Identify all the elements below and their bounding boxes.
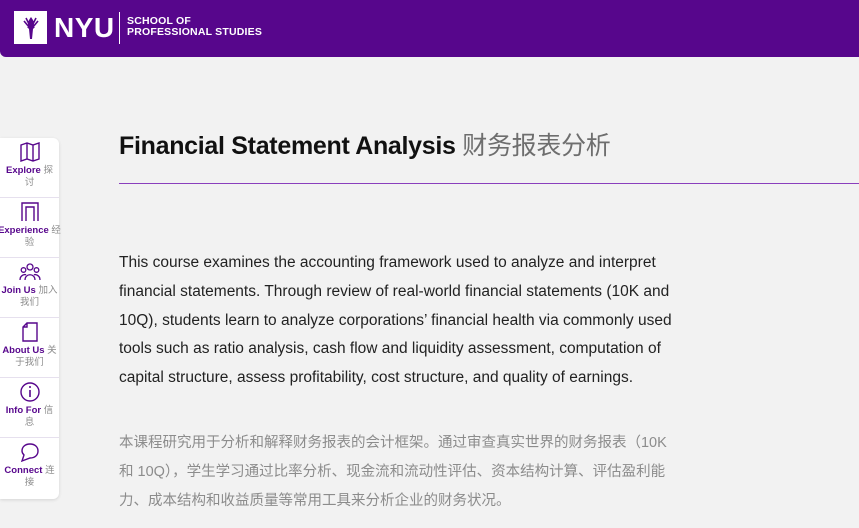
info-icon	[19, 382, 40, 402]
sidebar-label-en: Experience	[0, 225, 49, 236]
map-icon	[19, 142, 40, 162]
sidebar-label-zh-2: 接	[24, 477, 35, 488]
document-icon	[21, 322, 38, 342]
sidebar-label-zh-2: 讨	[24, 177, 35, 188]
school-name[interactable]: SCHOOL OF PROFESSIONAL STUDIES	[127, 16, 262, 38]
sidebar-label-zh-2: 于我们	[15, 357, 44, 368]
torch-icon	[22, 16, 39, 39]
sidebar-item-info-for[interactable]: Info For 信 息	[0, 378, 59, 438]
school-line-2: PROFESSIONAL STUDIES	[127, 26, 263, 38]
chat-icon	[20, 443, 39, 463]
sidebar-item-about-us[interactable]: About Us 关 于我们	[0, 318, 59, 378]
sidebar-item-explore[interactable]: Explore 探 讨	[0, 138, 59, 198]
page-title-en: Financial Statement Analysis	[119, 132, 456, 160]
sidebar-item-join-us[interactable]: Join Us 加入 我们	[0, 258, 59, 318]
sidebar-label-en: Join Us	[1, 285, 36, 296]
sidebar-label-zh: 加入	[38, 285, 58, 296]
page-title: Financial Statement Analysis 财务报表分析	[119, 126, 611, 162]
sidebar-item-connect[interactable]: Connect 连 接	[0, 438, 59, 498]
site-header: NYU SCHOOL OF PROFESSIONAL STUDIES	[0, 0, 859, 57]
sidebar-label-zh: 连	[45, 465, 55, 476]
title-divider	[119, 183, 859, 184]
sidebar-label-zh: 经	[51, 225, 61, 236]
logo-divider	[119, 12, 120, 44]
sidebar-nav: Explore 探 讨 Experience 经 验 Join Us 加入 我们…	[0, 138, 61, 499]
sidebar-label-zh-2: 息	[24, 417, 35, 428]
sidebar-label-en: Explore	[5, 165, 41, 176]
course-description-zh: 本课程研究用于分析和解释财务报表的会计框架。通过审查真实世界的财务报表（10K …	[119, 435, 667, 509]
sidebar-label-en: Info For	[5, 405, 42, 416]
page-title-zh: 财务报表分析	[462, 132, 611, 160]
sidebar-label-en: Connect	[4, 465, 43, 476]
nyu-torch-logo[interactable]	[14, 11, 47, 44]
people-icon	[18, 263, 41, 281]
course-description-en: This course examines the accounting fram…	[119, 254, 672, 387]
arch-icon	[20, 202, 39, 221]
sidebar-label-zh-2: 我们	[19, 297, 39, 308]
sidebar-item-experience[interactable]: Experience 经 验	[0, 198, 61, 258]
sidebar-label-zh: 关	[47, 345, 57, 356]
nyu-wordmark[interactable]: NYU	[54, 12, 115, 44]
sidebar-label-zh: 探	[43, 165, 53, 176]
sidebar-label-zh: 信	[43, 405, 54, 416]
sidebar-label-zh-2: 验	[24, 237, 35, 248]
sidebar-label-en: About Us	[2, 345, 45, 356]
